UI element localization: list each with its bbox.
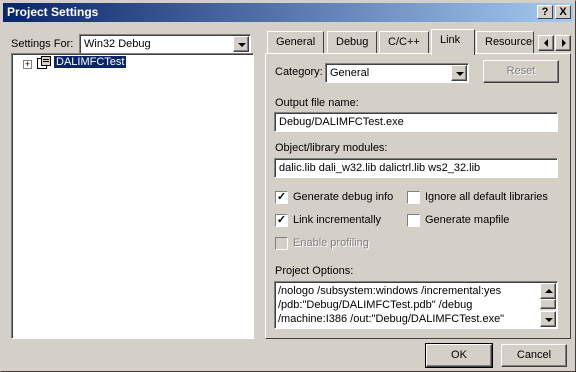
tab-debug[interactable]: Debug bbox=[327, 31, 378, 53]
tab-resources[interactable]: Resources bbox=[476, 31, 534, 53]
tab-general[interactable]: General bbox=[267, 31, 325, 53]
project-icon bbox=[37, 56, 51, 69]
output-file-label: Output file name: bbox=[275, 97, 359, 109]
project-options-label: Project Options: bbox=[275, 265, 354, 277]
title-bar[interactable]: Project Settings ? X bbox=[3, 3, 573, 22]
category-combo[interactable]: General bbox=[325, 63, 469, 83]
modules-label: Object/library modules: bbox=[275, 142, 388, 154]
project-options-line: /machine:I386 /out:"Debug/DALIMFCTest.ex… bbox=[278, 313, 505, 325]
project-tree[interactable]: + DALIMFCTest bbox=[11, 53, 254, 339]
enable-profiling-checkbox bbox=[275, 237, 288, 250]
project-options-textarea[interactable]: /nologo /subsystem:windows /incremental:… bbox=[274, 281, 558, 329]
project-settings-dialog: Project Settings ? X Settings For: Win32… bbox=[0, 0, 576, 372]
project-options-line: /pdb:"Debug/DALIMFCTest.pdb" /debug bbox=[278, 299, 473, 311]
ok-button[interactable]: OK bbox=[425, 343, 493, 368]
chevron-down-icon[interactable] bbox=[451, 65, 467, 81]
output-file-input[interactable]: Debug/DALIMFCTest.exe bbox=[274, 112, 558, 132]
generate-debug-info-checkbox[interactable]: ✓ bbox=[275, 191, 288, 204]
tab-c-cpp[interactable]: C/C++ bbox=[379, 31, 429, 53]
tab-scroll-right-icon[interactable] bbox=[555, 35, 571, 51]
tree-expand-icon[interactable]: + bbox=[23, 60, 32, 69]
ignore-default-libraries-label: Ignore all default libraries bbox=[425, 191, 548, 203]
link-incrementally-label: Link incrementally bbox=[293, 214, 382, 226]
modules-input[interactable]: dalic.lib dali_w32.lib dalictrl.lib ws2_… bbox=[274, 158, 558, 178]
tree-item-dalimfctest[interactable]: DALIMFCTest bbox=[54, 56, 127, 68]
tab-link[interactable]: Link bbox=[431, 29, 475, 55]
ignore-default-libraries-checkbox[interactable] bbox=[407, 191, 420, 204]
chevron-down-icon[interactable] bbox=[233, 36, 249, 52]
help-button[interactable]: ? bbox=[537, 5, 553, 19]
link-incrementally-checkbox[interactable]: ✓ bbox=[275, 214, 288, 227]
scroll-down-icon[interactable] bbox=[540, 311, 556, 327]
category-value: General bbox=[330, 67, 370, 79]
vertical-scrollbar[interactable] bbox=[540, 283, 556, 327]
generate-mapfile-checkbox[interactable] bbox=[407, 214, 420, 227]
tab-scroll-left-icon[interactable] bbox=[538, 35, 554, 51]
window-title: Project Settings bbox=[7, 5, 99, 19]
reset-button: Reset bbox=[483, 60, 559, 83]
category-label: Category: bbox=[275, 66, 323, 78]
cancel-button[interactable]: Cancel bbox=[501, 344, 567, 367]
generate-mapfile-label: Generate mapfile bbox=[425, 214, 510, 226]
settings-for-label: Settings For: bbox=[11, 38, 74, 50]
settings-for-value: Win32 Debug bbox=[84, 38, 151, 50]
generate-debug-info-label: Generate debug info bbox=[293, 191, 394, 203]
project-options-line: /nologo /subsystem:windows /incremental:… bbox=[278, 285, 502, 297]
scroll-thumb[interactable] bbox=[540, 299, 556, 309]
enable-profiling-label: Enable profiling bbox=[293, 237, 369, 249]
settings-for-combo[interactable]: Win32 Debug bbox=[79, 34, 251, 54]
close-button[interactable]: X bbox=[555, 5, 571, 19]
scroll-up-icon[interactable] bbox=[540, 283, 556, 299]
